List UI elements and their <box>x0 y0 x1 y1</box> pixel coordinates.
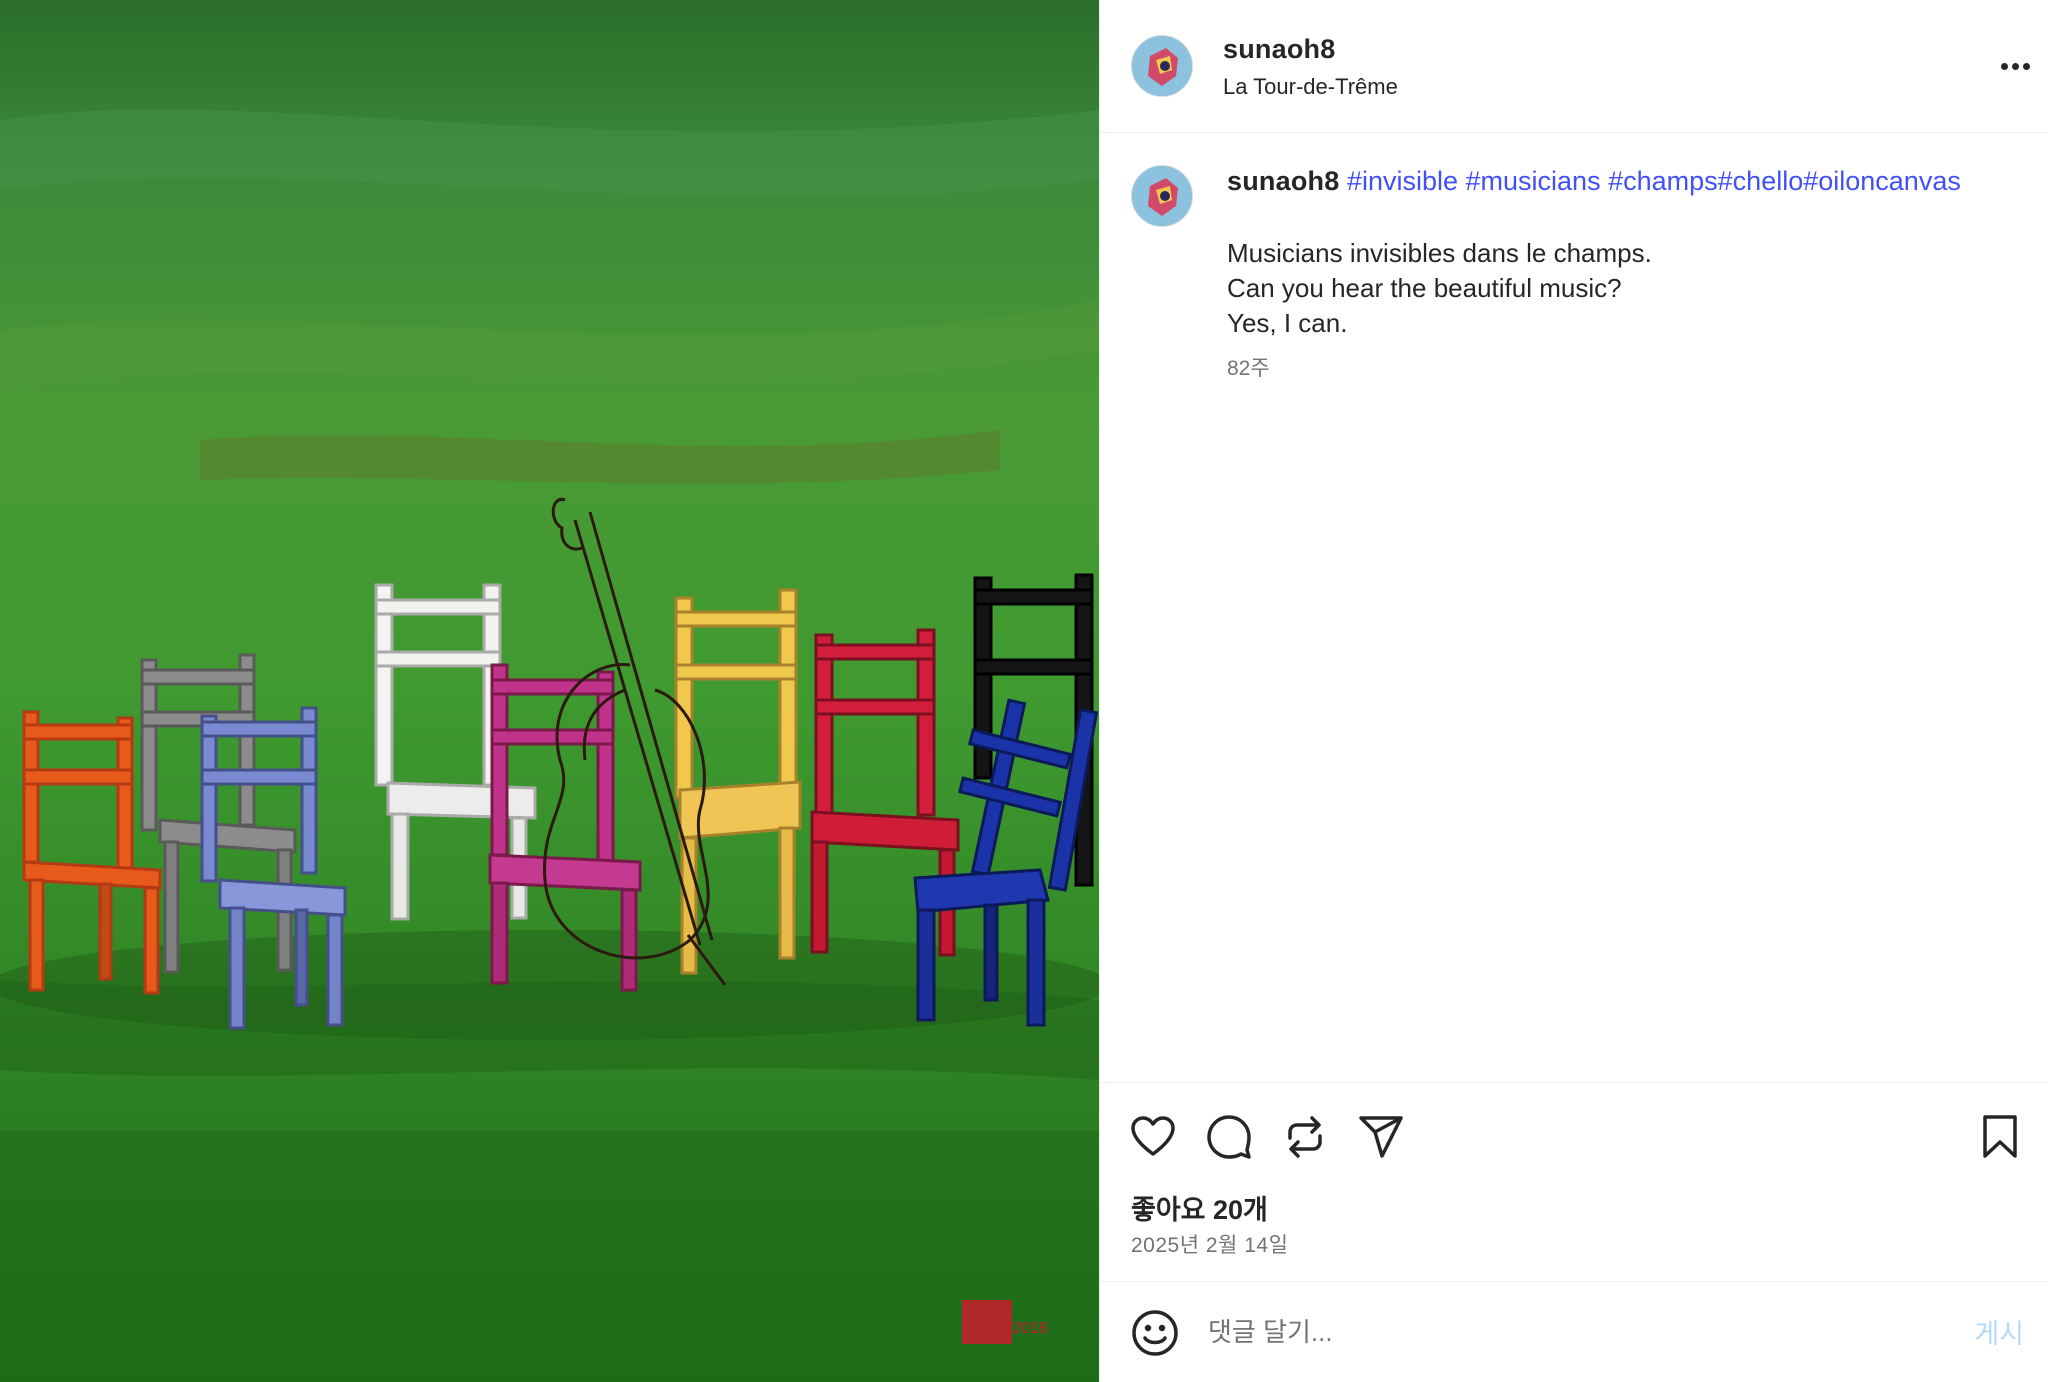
hashtag-champs[interactable]: #champs <box>1608 166 1718 196</box>
bookmark-icon[interactable] <box>1975 1112 2025 1162</box>
share-icon[interactable] <box>1356 1112 1406 1162</box>
post-actions: 좋아요 20개 2025년 2월 14일 <box>1100 1082 2048 1282</box>
caption-username[interactable]: sunaoh8 <box>1227 166 1339 196</box>
post-date: 2025년 2월 14일 <box>1131 1234 1289 1257</box>
comment-bar: 게시 <box>1100 1281 2048 1382</box>
hashtag-invisible[interactable]: #invisible <box>1347 166 1458 196</box>
comment-icon[interactable] <box>1204 1112 1254 1162</box>
painting-chairs-cello: 2018 <box>0 0 1099 1382</box>
like-count[interactable]: 좋아요 20개 <box>1131 1188 1268 1227</box>
caption-age[interactable]: 82주 <box>1227 352 1270 382</box>
more-horizontal-icon[interactable] <box>1995 48 2035 84</box>
caption-line-3: Yes, I can. <box>1227 308 1348 338</box>
author-avatar[interactable] <box>1131 35 1193 97</box>
post-image[interactable]: 2018 <box>0 0 1099 1382</box>
hashtag-chello[interactable]: #chello <box>1718 166 1804 196</box>
caption-body: Musicians invisibles dans le champs. Can… <box>1227 236 1652 341</box>
caption-author-avatar[interactable] <box>1131 165 1193 227</box>
post-location[interactable]: La Tour-de-Trême <box>1223 74 1398 100</box>
caption-line-2: Can you hear the beautiful music? <box>1227 273 1622 303</box>
repost-icon[interactable] <box>1280 1112 1330 1162</box>
post-header: sunaoh8 La Tour-de-Trême <box>1100 0 2048 133</box>
hashtag-musicians[interactable]: #musicians <box>1466 166 1601 196</box>
caption-header: sunaoh8 #invisible #musicians #champs#ch… <box>1227 166 1961 197</box>
post-detail-panel: sunaoh8 La Tour-de-Trême sunaoh8 #invisi… <box>1099 0 2048 1382</box>
heart-icon[interactable] <box>1128 1112 1178 1162</box>
caption-line-1: Musicians invisibles dans le champs. <box>1227 238 1652 268</box>
comment-input[interactable] <box>1208 1306 1848 1358</box>
emoji-icon[interactable] <box>1131 1309 1179 1357</box>
svg-text:2018: 2018 <box>1012 1320 1048 1337</box>
author-username[interactable]: sunaoh8 <box>1223 34 1335 65</box>
post-comment-button[interactable]: 게시 <box>1974 1312 2024 1351</box>
hashtag-oiloncanvas[interactable]: #oiloncanvas <box>1803 166 1961 196</box>
